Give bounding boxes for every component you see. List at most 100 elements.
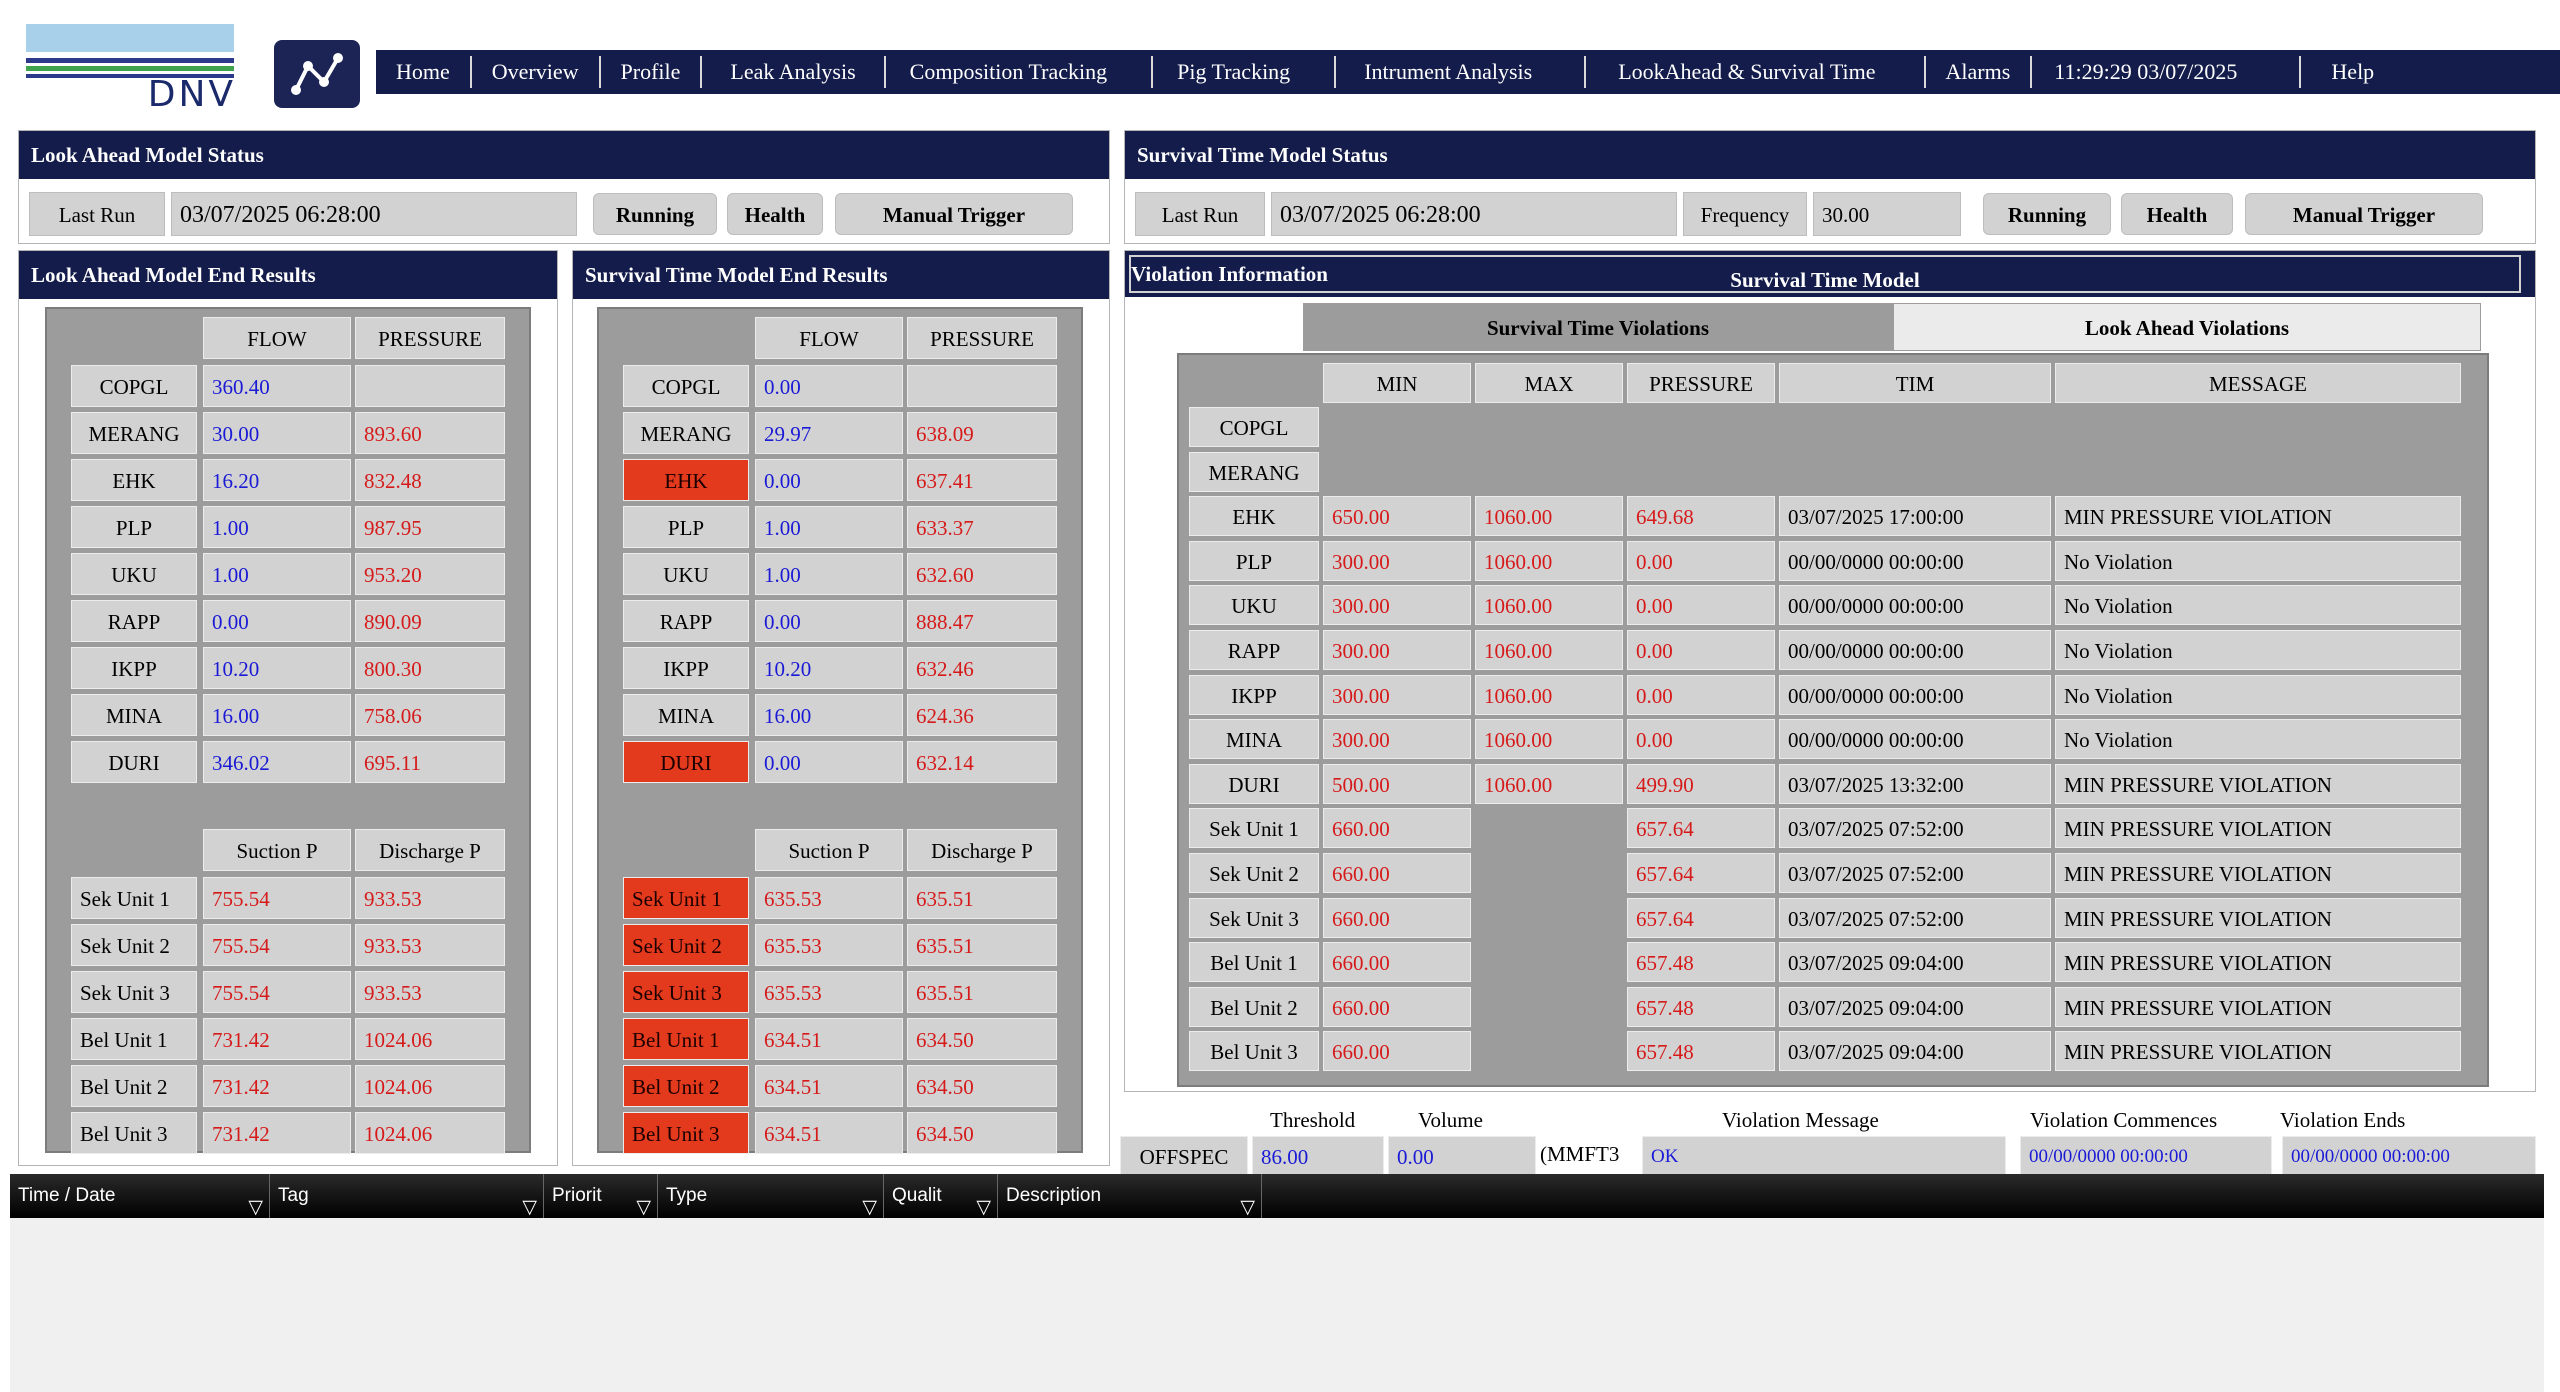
look-ahead-results-grid: FLOW PRESSURE COPGL 360.40 MERANG 30.00 893.60…: [45, 307, 531, 1154]
discharge-value: 1024.06: [355, 1065, 505, 1107]
flow-value: 10.20: [203, 647, 351, 689]
nav-lookahead-survival[interactable]: LookAhead & Survival Time: [1586, 56, 1926, 88]
station-name: Sek Unit 3: [1189, 898, 1319, 938]
pressure-value: 0.00: [1627, 719, 1775, 759]
alarm-list-body: [10, 1218, 2544, 1392]
pressure-value: 657.64: [1627, 853, 1775, 893]
discharge-value: 635.51: [907, 877, 1057, 919]
station-name: EHK: [71, 459, 197, 501]
station-name: EHK: [1189, 496, 1319, 536]
flow-value: 1.00: [203, 506, 351, 548]
la-health-button[interactable]: Health: [727, 193, 823, 235]
la-manual-trigger-button[interactable]: Manual Trigger: [835, 193, 1073, 235]
st-health-button[interactable]: Health: [2121, 193, 2233, 235]
pressure-value: [355, 365, 505, 407]
violation-ends-value: 00/00/0000 00:00:00: [2282, 1136, 2536, 1176]
discharge-value: 635.51: [907, 971, 1057, 1013]
time-value: 03/07/2025 07:52:00: [1779, 898, 2051, 938]
pressure-value: 890.09: [355, 600, 505, 642]
station-name: IKPP: [71, 647, 197, 689]
station-name: PLP: [71, 506, 197, 548]
station-name: UKU: [1189, 585, 1319, 625]
alarm-col-tag[interactable]: Tag ▽: [270, 1174, 544, 1218]
suction-value: 634.51: [755, 1018, 903, 1060]
st-running-button[interactable]: Running: [1983, 193, 2111, 235]
min-value: 300.00: [1323, 585, 1471, 625]
dnv-logo: DNV: [26, 24, 236, 115]
nav-home[interactable]: Home: [376, 56, 472, 88]
nav-profile[interactable]: Profile: [601, 56, 703, 88]
station-name: MINA: [71, 694, 197, 736]
flow-value: 0.00: [755, 600, 903, 642]
nav-alarms[interactable]: Alarms: [1926, 56, 2033, 88]
violation-commences-value: 00/00/0000 00:00:00: [2020, 1136, 2272, 1176]
alarm-col-time-label: Time / Date: [18, 1185, 116, 1206]
min-value: 660.00: [1323, 853, 1471, 893]
min-value: 300.00: [1323, 675, 1471, 715]
nav-help[interactable]: Help: [2301, 56, 2374, 88]
st-last-run-value: 03/07/2025 06:28:00: [1271, 192, 1677, 236]
message-value: MIN PRESSURE VIOLATION: [2055, 898, 2461, 938]
alarm-col-time[interactable]: Time / Date ▽: [10, 1174, 270, 1218]
pressure-header: PRESSURE: [355, 317, 505, 359]
flow-value: 30.00: [203, 412, 351, 454]
pressure-value: 632.46: [907, 647, 1057, 689]
nav-leak-analysis[interactable]: Leak Analysis: [702, 56, 886, 88]
discharge-value: 635.51: [907, 924, 1057, 966]
alarm-col-quality[interactable]: Qualit ▽: [884, 1174, 998, 1218]
unit-name: Sek Unit 3: [623, 971, 749, 1013]
message-value: MIN PRESSURE VIOLATION: [2055, 496, 2461, 536]
st-manual-trigger-button[interactable]: Manual Trigger: [2245, 193, 2483, 235]
station-name: Sek Unit 1: [1189, 808, 1319, 848]
discharge-value: 933.53: [355, 924, 505, 966]
pressure-value: 758.06: [355, 694, 505, 736]
network-icon[interactable]: [274, 40, 360, 108]
pressure-value: 987.95: [355, 506, 505, 548]
pressure-value: 695.11: [355, 741, 505, 783]
message-value: No Violation: [2055, 719, 2461, 759]
nav-pig-tracking[interactable]: Pig Tracking: [1153, 56, 1337, 88]
tab-survival-time-violations[interactable]: Survival Time Violations: [1303, 303, 1893, 351]
max-value: 1060.00: [1475, 630, 1623, 670]
unit-name: Bel Unit 3: [623, 1112, 749, 1154]
time-value: 00/00/0000 00:00:00: [1779, 719, 2051, 759]
suction-value: 731.42: [203, 1112, 351, 1154]
time-value: 03/07/2025 09:04:00: [1779, 942, 2051, 982]
suction-header: Suction P: [203, 829, 351, 871]
unit-name: Bel Unit 2: [623, 1065, 749, 1107]
discharge-value: 933.53: [355, 971, 505, 1013]
discharge-value: 634.50: [907, 1065, 1057, 1107]
nav-instrument-analysis[interactable]: Intrument Analysis: [1336, 56, 1587, 88]
suction-value: 731.42: [203, 1018, 351, 1060]
pressure-value: 0.00: [1627, 630, 1775, 670]
tab-look-ahead-violations[interactable]: Look Ahead Violations: [1893, 303, 2481, 351]
station-name: IKPP: [623, 647, 749, 689]
la-running-button[interactable]: Running: [593, 193, 717, 235]
station-name: MINA: [1189, 719, 1319, 759]
clock-display: 11:29:29 03/07/2025: [2032, 56, 2302, 88]
discharge-header: Discharge P: [355, 829, 505, 871]
nav-overview[interactable]: Overview: [472, 56, 601, 88]
alarm-col-description[interactable]: Description ▽: [998, 1174, 1262, 1218]
message-value: MIN PRESSURE VIOLATION: [2055, 853, 2461, 893]
suction-value: 755.54: [203, 924, 351, 966]
discharge-value: 1024.06: [355, 1018, 505, 1060]
time-value: 00/00/0000 00:00:00: [1779, 541, 2051, 581]
violation-model-text: Survival Time Model: [1730, 268, 1920, 292]
discharge-value: 1024.06: [355, 1112, 505, 1154]
suction-value: 634.51: [755, 1112, 903, 1154]
la-last-run-label: Last Run: [29, 192, 165, 236]
message-value: No Violation: [2055, 675, 2461, 715]
station-name: MERANG: [623, 412, 749, 454]
station-name: Sek Unit 2: [1189, 853, 1319, 893]
unit-name: Bel Unit 1: [623, 1018, 749, 1060]
alarm-col-type[interactable]: Type ▽: [658, 1174, 884, 1218]
unit-name: Bel Unit 1: [71, 1018, 197, 1060]
suction-header: Suction P: [755, 829, 903, 871]
discharge-value: 634.50: [907, 1018, 1057, 1060]
nav-composition-tracking[interactable]: Composition Tracking: [886, 56, 1154, 88]
alarm-col-type-label: Type: [666, 1185, 708, 1206]
station-name: Bel Unit 2: [1189, 987, 1319, 1027]
min-value: 660.00: [1323, 987, 1471, 1027]
alarm-col-priority[interactable]: Priorit ▽: [544, 1174, 658, 1218]
